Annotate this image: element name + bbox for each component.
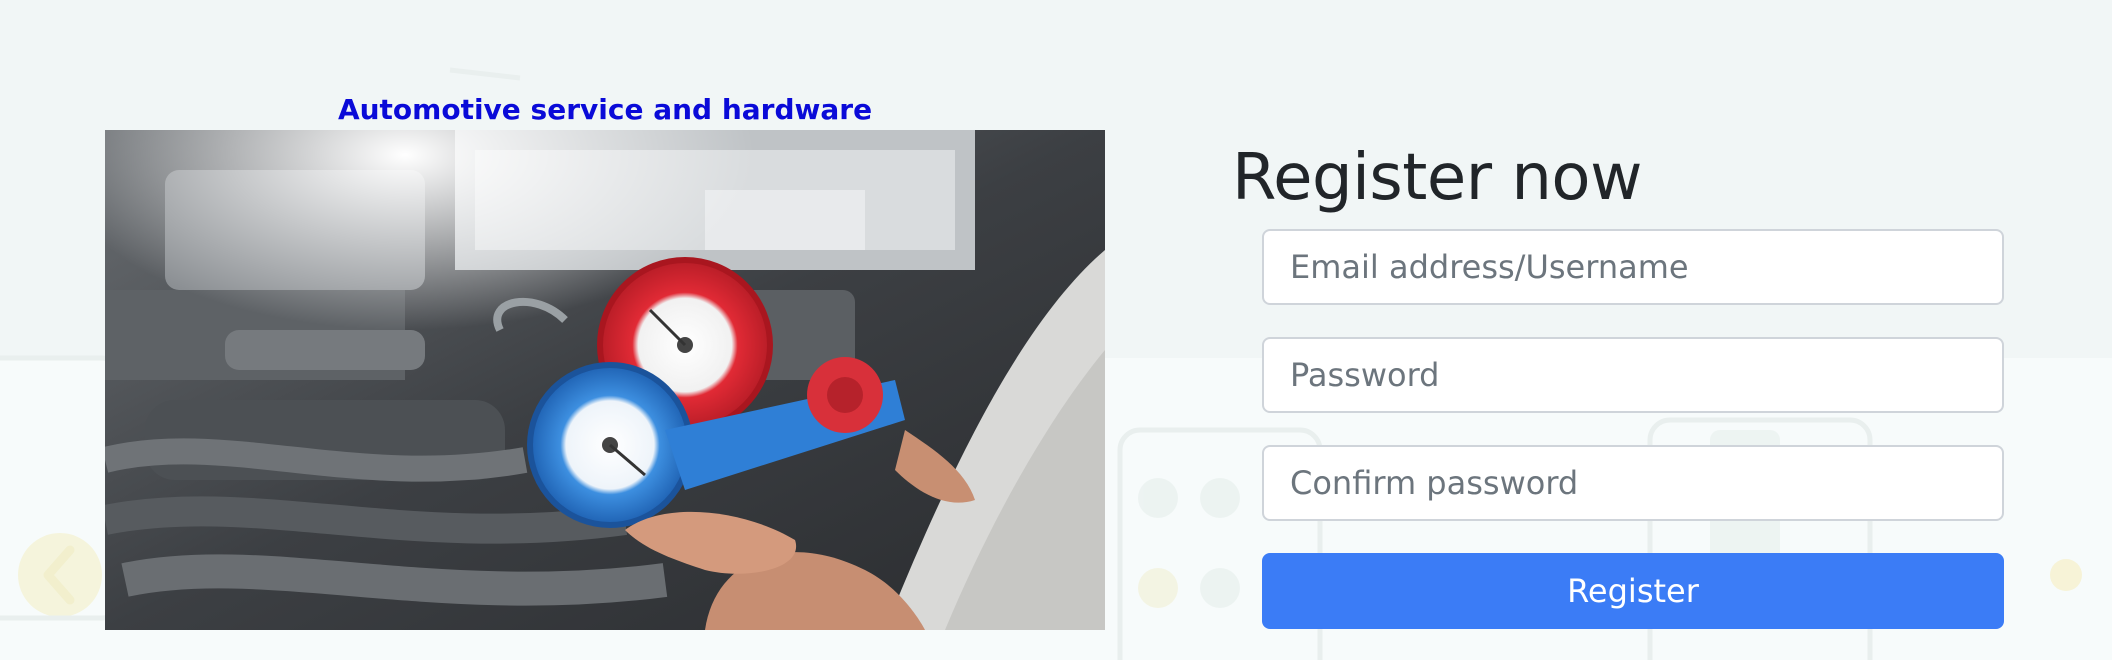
register-section: Register now Register [1232,140,2007,629]
hero-section: Automotive service and hardware [105,90,1105,630]
register-button[interactable]: Register [1262,553,2004,629]
chevron-left-icon [18,533,102,617]
confirm-password-input[interactable] [1262,445,2004,521]
dashboard-icon [1138,478,1240,608]
register-form: Register [1262,229,2004,629]
mechanic-gauges-illustration [105,130,1105,630]
email-username-input[interactable] [1262,229,2004,305]
register-title: Register now [1232,141,1642,215]
hero-image [105,130,1105,630]
password-input[interactable] [1262,337,2004,413]
hero-caption: Automotive service and hardware [337,93,873,126]
